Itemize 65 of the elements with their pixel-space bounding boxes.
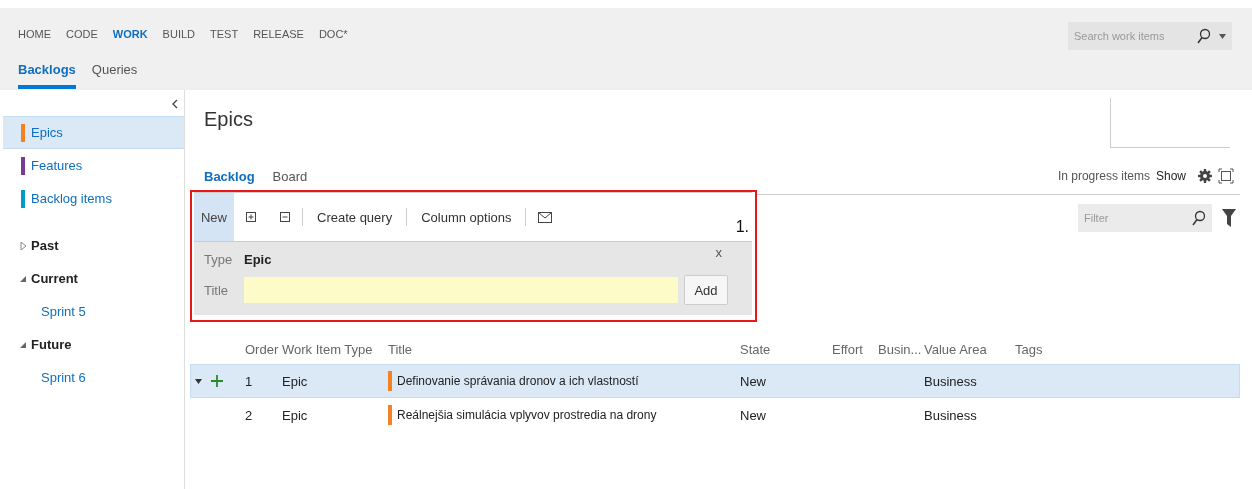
minus-box-icon[interactable] <box>280 212 290 222</box>
table-cell-text: New <box>740 373 767 389</box>
caret-icon[interactable] <box>1219 33 1226 39</box>
iteration-item[interactable]: Past <box>0 229 184 262</box>
toolbar-action[interactable]: Column options <box>407 209 526 225</box>
table-cell-text: Business <box>924 373 978 389</box>
title-input[interactable] <box>244 277 678 303</box>
table-row[interactable]: 1 Epic Definovanie správania dronov a ich vlastností New Business <box>190 364 1240 398</box>
annotation-number: 1. <box>735 218 749 236</box>
in-progress-label: In progress items <box>1057 169 1150 183</box>
table-cell-text: 2 <box>245 407 254 423</box>
type-label: Type <box>204 252 234 267</box>
view-tab[interactable]: Backlog <box>204 168 255 184</box>
add-child-icon[interactable] <box>211 375 223 387</box>
tab[interactable]: Backlogs <box>18 60 76 89</box>
table-cell-text: Epic <box>282 407 309 423</box>
hub-link[interactable]: RELEASE <box>253 28 304 40</box>
column-header[interactable]: Title <box>388 341 740 357</box>
close-button[interactable]: x <box>709 244 728 261</box>
new-button[interactable]: New <box>194 193 234 241</box>
hub-link[interactable]: BUILD <box>162 28 195 40</box>
hub-link[interactable]: CODE <box>66 28 98 40</box>
column-header[interactable]: Work Item Type <box>282 341 388 357</box>
sprint-link[interactable]: Sprint 5 <box>0 295 184 328</box>
show-link[interactable]: Show <box>1155 169 1186 183</box>
column-header[interactable]: Value Area <box>924 341 1015 357</box>
search-field[interactable]: Search work items <box>1068 22 1232 50</box>
envelope-icon[interactable] <box>538 211 553 223</box>
fullscreen-icon[interactable] <box>1218 168 1234 184</box>
plus-box-icon[interactable] <box>246 212 256 222</box>
column-header[interactable]: Order <box>245 341 282 357</box>
backlog-item[interactable]: Features <box>3 149 184 182</box>
search-icon <box>1192 209 1206 226</box>
page-title: Epics <box>204 108 253 132</box>
title-label: Title <box>204 282 230 298</box>
column-header[interactable]: State <box>740 341 832 357</box>
hub-link[interactable]: HOME <box>18 28 51 40</box>
hub-link[interactable]: DOC* <box>318 28 348 40</box>
table-cell-text: Epic <box>282 373 309 389</box>
column-header[interactable]: Tags <box>1015 341 1239 357</box>
table-cell-text: Business <box>924 407 978 423</box>
backlog-item[interactable]: Backlog items <box>3 182 184 215</box>
settings-icon[interactable] <box>1198 169 1212 183</box>
hub-link[interactable]: TEST <box>210 28 239 40</box>
column-header[interactable]: Busin... <box>878 341 924 357</box>
iteration-item[interactable]: Current <box>0 262 184 295</box>
view-tab[interactable]: Board <box>272 168 308 184</box>
iteration-item[interactable]: Future <box>0 328 184 361</box>
table-cell-text: New <box>740 407 767 423</box>
filter-icon[interactable] <box>1222 208 1236 227</box>
title-cell[interactable]: Definovanie správania dronov a ich vlastností <box>388 371 740 391</box>
filter-field[interactable]: Filter <box>1078 203 1212 232</box>
backlog-item[interactable]: Epics <box>3 116 184 149</box>
chevron-icon[interactable] <box>172 99 178 109</box>
table-row[interactable]: 2 Epic Reálnejšia simulácia vplyvov prostredia na drony New Business <box>190 398 1240 432</box>
sprint-link[interactable]: Sprint 6 <box>0 361 184 394</box>
table-cell-text: 1 <box>245 373 254 389</box>
caret-icon[interactable] <box>195 378 202 384</box>
column-header[interactable]: Effort <box>832 341 878 357</box>
toolbar-action[interactable]: Create query <box>303 209 407 225</box>
tab[interactable]: Queries <box>91 60 138 89</box>
add-button[interactable]: Add <box>684 275 728 305</box>
type-value: Epic <box>244 252 273 267</box>
title-cell[interactable]: Reálnejšia simulácia vplyvov prostredia na drony <box>388 405 740 425</box>
hub-link[interactable]: WORK <box>112 28 148 40</box>
